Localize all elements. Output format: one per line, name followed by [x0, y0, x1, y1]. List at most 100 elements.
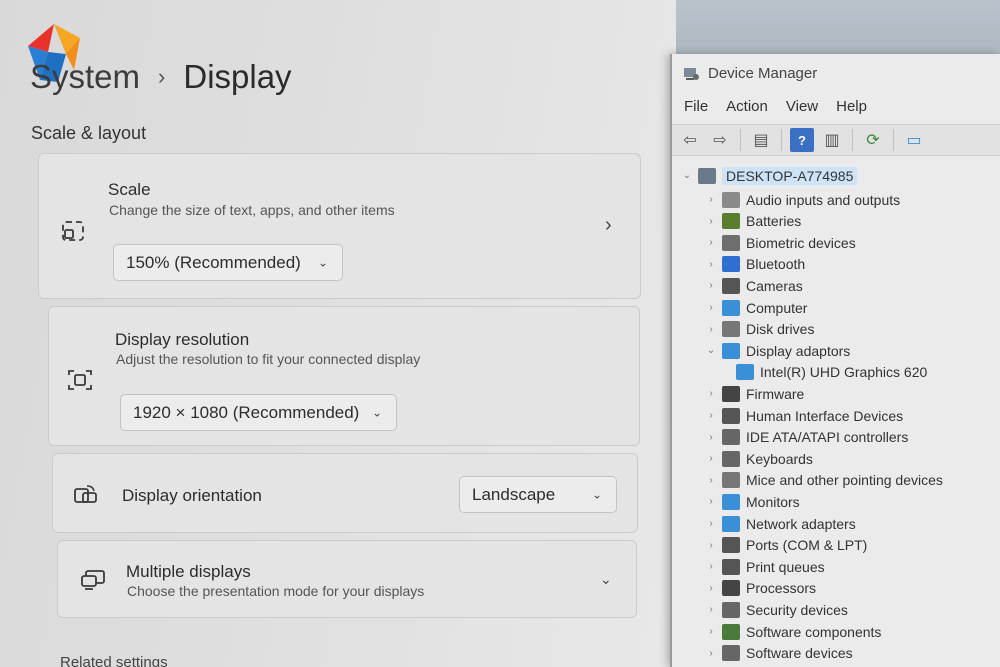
multiple-displays-icon: [81, 570, 105, 590]
tree-item[interactable]: › Processors: [704, 578, 816, 599]
chevron-right-icon[interactable]: ›: [704, 496, 718, 507]
forward-arrow-icon[interactable]: ⇨: [708, 128, 732, 152]
chevron-right-icon[interactable]: ›: [704, 648, 718, 659]
tree-item[interactable]: › Print queues: [704, 556, 825, 577]
tree-item-label: Software devices: [746, 645, 853, 662]
show-hide-tree-icon[interactable]: ▤: [749, 128, 773, 152]
chevron-right-icon[interactable]: ›: [704, 475, 718, 486]
resolution-dropdown-value: 1920 × 1080 (Recommended): [133, 402, 360, 422]
chevron-down-icon: ⌄: [371, 404, 382, 419]
tree-item[interactable]: › Ports (COM & LPT): [704, 535, 867, 556]
tree-item-label: Ports (COM & LPT): [746, 537, 868, 554]
chevron-down-icon[interactable]: ⌄: [704, 345, 718, 356]
tree-item[interactable]: › Audio inputs and outputs: [704, 189, 900, 210]
tree-item-label: Keyboards: [746, 450, 813, 467]
orientation-dropdown[interactable]: Landscape ⌄: [459, 476, 617, 513]
chevron-down-icon[interactable]: ⌄: [680, 170, 694, 181]
orientation-icon: [74, 485, 97, 503]
chevron-down-icon: ⌄: [591, 486, 602, 501]
properties-icon[interactable]: ▥: [820, 128, 844, 152]
menu-file[interactable]: File: [684, 98, 708, 115]
tree-item[interactable]: › Computer: [704, 297, 807, 318]
tree-item[interactable]: › Keyboards: [704, 448, 813, 469]
tree-item-label: Firmware: [746, 385, 805, 402]
tree-root[interactable]: ⌄ DESKTOP-A774985: [680, 165, 858, 186]
chevron-right-icon[interactable]: ›: [704, 194, 718, 205]
tree-item-label: Intel(R) UHD Graphics 620: [760, 364, 928, 381]
mouse-icon: [722, 472, 740, 489]
orientation-card: Display orientation Landscape ⌄: [52, 453, 638, 533]
tree-item[interactable]: › Software components: [704, 621, 881, 642]
chevron-right-icon[interactable]: ›: [704, 453, 718, 464]
tree-item[interactable]: › Biometric devices: [704, 232, 856, 253]
toolbar-divider: [740, 129, 741, 151]
tree-item[interactable]: › Software devices: [704, 643, 853, 664]
tree-item[interactable]: › Cameras: [704, 275, 803, 296]
tree-item[interactable]: › Disk drives: [704, 319, 814, 340]
resolution-subtitle: Adjust the resolution to fit your connec…: [116, 351, 421, 367]
tree-item-label: Network adapters: [746, 515, 856, 532]
help-icon[interactable]: ?: [790, 128, 814, 152]
tree-item-label: Cameras: [746, 277, 803, 294]
tree-item-label: Biometric devices: [746, 234, 856, 251]
chevron-right-icon[interactable]: ›: [704, 259, 718, 270]
breadcrumb-system[interactable]: System: [30, 58, 140, 96]
scale-dropdown[interactable]: 150% (Recommended) ⌄: [113, 244, 343, 281]
tree-item[interactable]: › Mice and other pointing devices: [704, 470, 943, 491]
device-manager-window: Device Manager File Action View Help ⇦ ⇨…: [670, 54, 1000, 667]
monitor-icon[interactable]: ▭: [902, 128, 926, 152]
chevron-right-icon[interactable]: ›: [605, 214, 612, 237]
scale-icon: [62, 221, 84, 241]
tree-item[interactable]: › Human Interface Devices: [704, 405, 903, 426]
tree-item[interactable]: Intel(R) UHD Graphics 620: [732, 362, 927, 383]
chevron-down-icon[interactable]: ⌄: [600, 571, 612, 588]
chevron-right-icon[interactable]: ›: [704, 561, 718, 572]
chevron-right-icon[interactable]: ›: [704, 410, 718, 421]
scan-hardware-icon[interactable]: ⟳: [861, 128, 885, 152]
chevron-right-icon[interactable]: ›: [704, 237, 718, 248]
chevron-right-icon[interactable]: ›: [704, 388, 718, 399]
tree-item[interactable]: › Bluetooth: [704, 254, 805, 275]
printer-icon: [722, 558, 740, 575]
chevron-right-icon[interactable]: ›: [704, 626, 718, 637]
section-title: Scale & layout: [31, 123, 147, 143]
chevron-right-icon[interactable]: ›: [704, 604, 718, 615]
tree-item-label: Bluetooth: [746, 256, 806, 273]
menu-help[interactable]: Help: [836, 98, 867, 115]
tree-item[interactable]: › Firmware: [704, 383, 804, 404]
tree-item-label: Processors: [746, 580, 817, 597]
multiple-displays-card[interactable]: Multiple displays Choose the presentatio…: [57, 540, 637, 618]
tree-item-label: Mice and other pointing devices: [746, 472, 943, 489]
tree-item-label: Computer: [746, 299, 808, 316]
tree-item[interactable]: › Batteries: [704, 211, 801, 232]
tree-item[interactable]: › Network adapters: [704, 513, 856, 534]
multiple-displays-subtitle: Choose the presentation mode for your di…: [127, 583, 425, 599]
menu-action[interactable]: Action: [726, 98, 768, 115]
tree-root-label: DESKTOP-A774985: [722, 166, 858, 185]
chevron-right-icon[interactable]: ›: [704, 432, 718, 443]
software-device-icon: [722, 645, 740, 662]
tree-item[interactable]: ⌄ Display adaptors: [704, 340, 850, 361]
multiple-displays-title: Multiple displays: [126, 562, 251, 581]
resolution-dropdown[interactable]: 1920 × 1080 (Recommended) ⌄: [120, 394, 397, 431]
chevron-right-icon[interactable]: ›: [704, 324, 718, 335]
chevron-right-icon[interactable]: ›: [704, 518, 718, 529]
tree-item[interactable]: › Security devices: [704, 599, 848, 620]
chevron-right-icon[interactable]: ›: [704, 280, 718, 291]
menu-view[interactable]: View: [786, 98, 818, 115]
settings-window: System › Display Scale & layout Scale Ch…: [0, 0, 676, 667]
chevron-right-icon[interactable]: ›: [704, 216, 718, 227]
tree-item[interactable]: › IDE ATA/ATAPI controllers: [704, 427, 908, 448]
scale-card[interactable]: Scale Change the size of text, apps, and…: [38, 153, 641, 299]
chevron-right-icon[interactable]: ›: [704, 583, 718, 594]
page-title: Display: [183, 58, 292, 95]
toolbar-divider: [781, 129, 782, 151]
tree-item-label: Display adaptors: [746, 342, 851, 359]
back-arrow-icon[interactable]: ⇦: [678, 128, 702, 152]
device-manager-icon: [684, 68, 699, 80]
chevron-right-icon[interactable]: ›: [704, 302, 718, 313]
tree-item[interactable]: › Monitors: [704, 491, 800, 512]
chevron-right-icon[interactable]: ›: [704, 540, 718, 551]
dm-titlebar: Device Manager: [682, 64, 817, 82]
speaker-icon: [722, 191, 740, 208]
